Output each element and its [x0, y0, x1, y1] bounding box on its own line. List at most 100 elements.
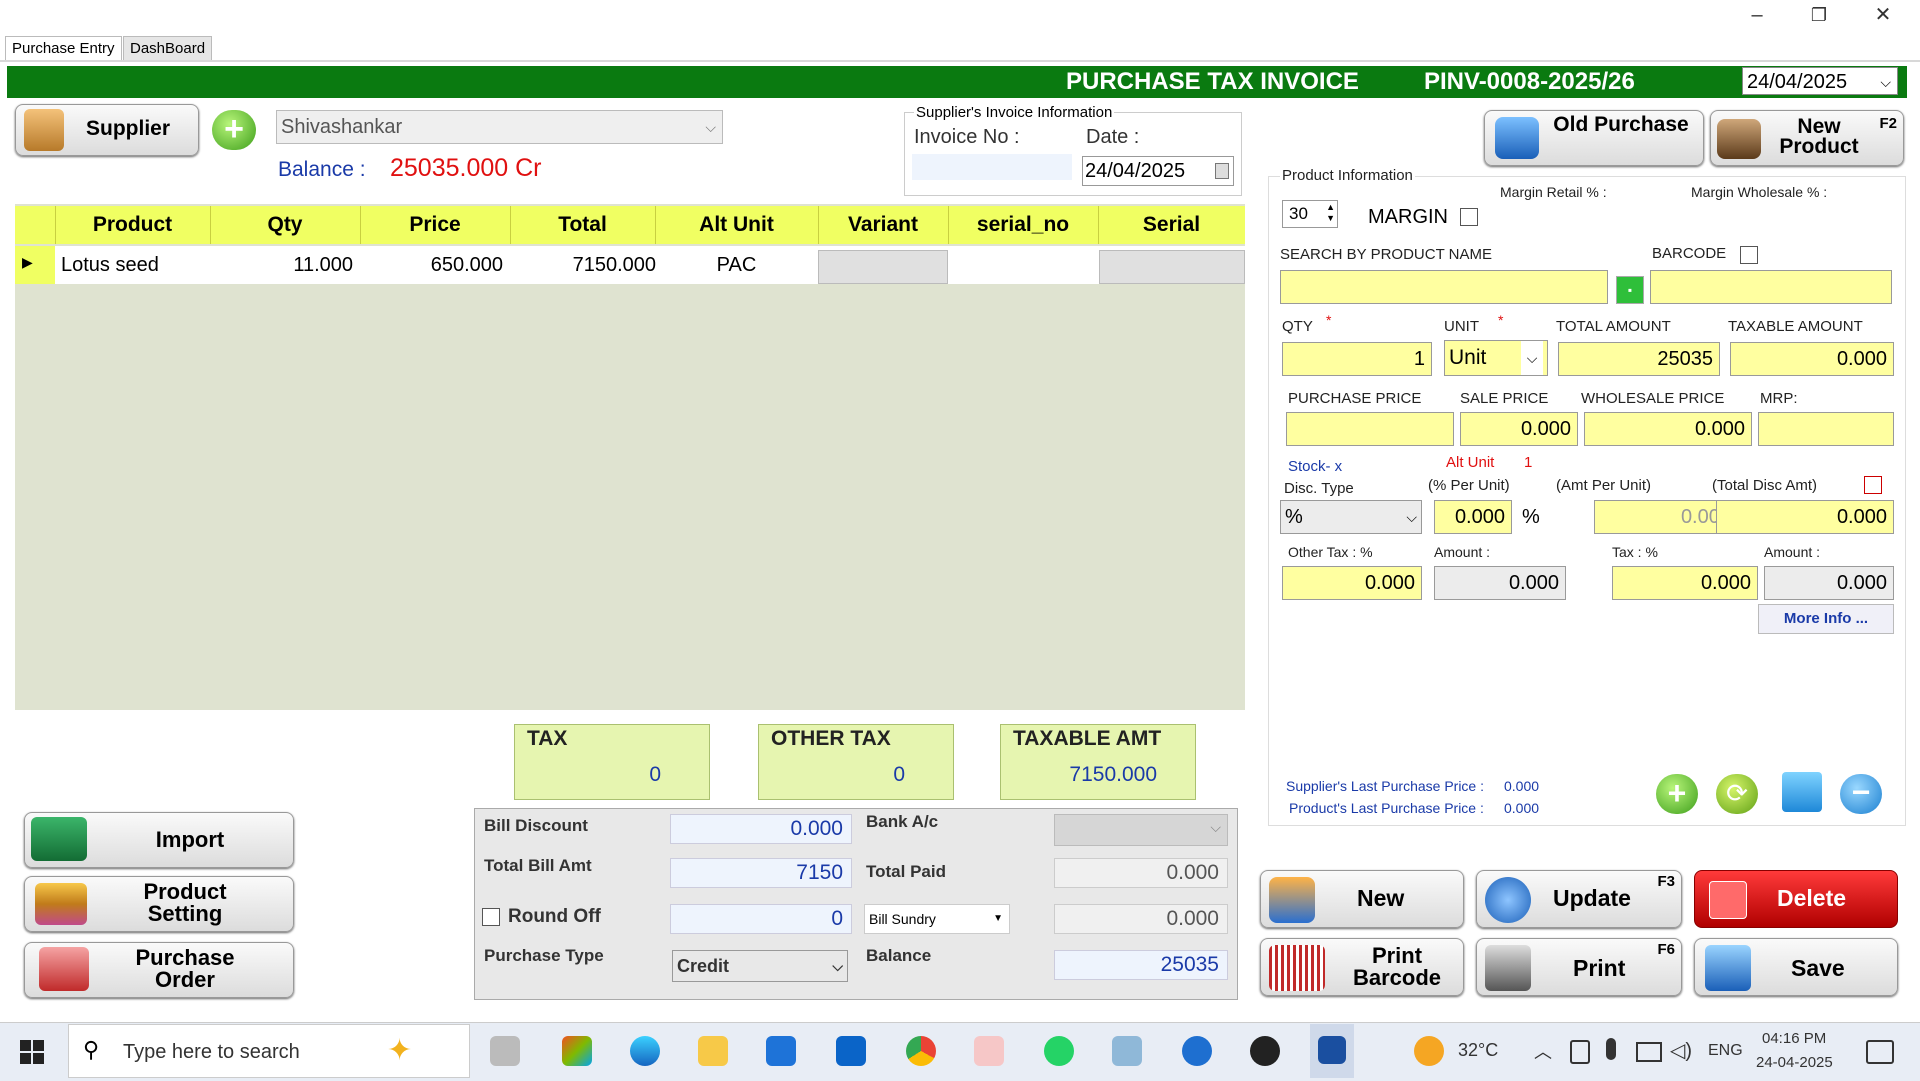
chrome-icon[interactable] [906, 1036, 936, 1066]
cell-price[interactable]: 650.000 [360, 246, 503, 284]
display-icon[interactable] [1636, 1042, 1662, 1062]
cell-variant[interactable] [818, 250, 948, 284]
total-bill-input[interactable]: 7150 [670, 858, 852, 888]
tab-purchase-entry[interactable]: Purchase Entry [5, 36, 122, 61]
barcode-input[interactable] [1650, 270, 1892, 304]
whatsapp-icon[interactable] [1044, 1036, 1074, 1066]
windows-start-icon[interactable] [20, 1040, 44, 1064]
outlook-icon[interactable] [836, 1036, 866, 1066]
minimize-button[interactable]: – [1734, 0, 1780, 30]
delete-button[interactable]: Delete [1694, 870, 1898, 928]
new-button[interactable]: New [1260, 870, 1464, 928]
save-label: Save [1791, 955, 1845, 981]
other-tax-total-value: 0 [893, 763, 905, 786]
round-off-checkbox[interactable] [482, 908, 500, 926]
invoice-no-input[interactable] [912, 154, 1072, 180]
print-button[interactable]: Print F6 [1476, 938, 1682, 996]
row-selector[interactable]: ▶ [15, 246, 55, 284]
supplier-date-picker[interactable]: 24/04/2025 [1082, 156, 1234, 186]
purchase-price-input[interactable] [1286, 412, 1454, 446]
pct-per-unit-input[interactable]: 0.000 [1434, 500, 1512, 534]
total-amount-input[interactable]: 25035 [1558, 342, 1720, 376]
refresh-icon[interactable]: ⟳ [1716, 774, 1758, 814]
margin-checkbox[interactable] [1460, 208, 1478, 226]
product-search-input[interactable] [1280, 270, 1608, 304]
cell-alt-unit[interactable]: PAC [655, 246, 818, 284]
unit-select[interactable]: Unit ⌵ [1444, 340, 1548, 376]
store-icon[interactable] [766, 1036, 796, 1066]
copilot-icon[interactable] [562, 1036, 592, 1066]
row-pointer-icon: ▶ [22, 254, 33, 270]
supplier-select[interactable]: Shivashankar ⌵ [276, 110, 723, 144]
snipping-tool-icon[interactable] [974, 1036, 1004, 1066]
cell-qty[interactable]: 11.000 [210, 246, 353, 284]
task-view-icon[interactable] [490, 1036, 520, 1066]
new-product-button[interactable]: New Product F2 [1710, 110, 1904, 166]
invoice-date-picker[interactable]: 24/04/2025 ⌵ [1742, 67, 1898, 95]
cell-total[interactable]: 7150.000 [510, 246, 656, 284]
clock-date[interactable]: 24-04-2025 [1756, 1054, 1833, 1071]
edge-icon[interactable] [630, 1036, 660, 1066]
file-explorer-icon[interactable] [698, 1036, 728, 1066]
search-go-icon[interactable]: ▪ [1616, 276, 1644, 304]
bill-sundry-input[interactable]: 0.000 [1054, 904, 1228, 934]
remove-item-icon[interactable]: − [1840, 774, 1882, 814]
total-disc-input[interactable]: 0.000 [1716, 500, 1894, 534]
tax-amount-input[interactable]: 0.000 [1764, 566, 1894, 600]
margin-spinner[interactable]: 30 ▲ ▼ [1282, 200, 1338, 228]
speaker-icon[interactable]: ◁) [1670, 1038, 1692, 1063]
bill-sundry-select[interactable]: Bill Sundry ▼ [864, 904, 1010, 934]
active-app-highlight[interactable] [1310, 1024, 1354, 1078]
supplier-button[interactable]: Supplier [15, 104, 199, 156]
save-button[interactable]: Save [1694, 938, 1898, 996]
total-paid-input[interactable]: 0.000 [1054, 858, 1228, 888]
stock-label: Stock- x [1288, 458, 1343, 475]
qty-input[interactable]: 1 [1282, 342, 1432, 376]
mrp-input[interactable] [1758, 412, 1894, 446]
balance-total-input[interactable]: 25035 [1054, 950, 1228, 980]
old-purchase-button[interactable]: Old Purchase [1484, 110, 1704, 166]
purchase-order-label: Purchase Order [135, 945, 235, 992]
restore-button[interactable]: ❐ [1796, 0, 1842, 30]
sale-price-input[interactable]: 0.000 [1460, 412, 1578, 446]
notifications-icon[interactable] [1866, 1040, 1894, 1064]
other-amount-input[interactable]: 0.000 [1434, 566, 1566, 600]
round-off-input[interactable]: 0 [670, 904, 852, 934]
app-icon[interactable] [1112, 1036, 1142, 1066]
import-button[interactable]: Import [24, 812, 294, 868]
taskbar-search-box[interactable]: ⚲ Type here to search ✦ [68, 1024, 470, 1078]
excel-icon [31, 817, 87, 861]
update-button[interactable]: Update F3 [1476, 870, 1682, 928]
disc-type-select[interactable]: % ⌵ [1280, 500, 1422, 534]
language-indicator[interactable]: ENG [1708, 1042, 1743, 1060]
product-setting-button[interactable]: Product Setting [24, 876, 294, 932]
barcode-checkbox[interactable] [1740, 246, 1758, 264]
cell-product[interactable]: Lotus seed [61, 246, 159, 284]
tray-chevron-icon[interactable]: ︿ [1534, 1038, 1552, 1064]
taxable-amount-input[interactable]: 0.000 [1730, 342, 1894, 376]
print-barcode-button[interactable]: Print Barcode [1260, 938, 1464, 996]
microphone-icon[interactable] [1606, 1038, 1616, 1060]
chevron-down-icon: ⌵ [832, 958, 843, 974]
clock-time[interactable]: 04:16 PM [1762, 1030, 1826, 1047]
edit-icon[interactable] [1782, 772, 1822, 812]
add-item-icon[interactable]: + [1656, 774, 1698, 814]
remote-app-icon[interactable] [1182, 1036, 1212, 1066]
purchase-order-button[interactable]: Purchase Order [24, 942, 294, 998]
tax-input[interactable]: 0.000 [1612, 566, 1758, 600]
more-info-button[interactable]: More Info ... [1758, 604, 1894, 634]
purchase-type-value: Credit [677, 956, 730, 976]
total-disc-checkbox[interactable] [1864, 476, 1882, 494]
network-icon[interactable] [1570, 1040, 1590, 1064]
other-tax-input[interactable]: 0.000 [1282, 566, 1422, 600]
cell-serial-no[interactable] [948, 250, 1096, 282]
app-dark-icon[interactable] [1250, 1036, 1280, 1066]
add-supplier-icon[interactable]: + [212, 110, 256, 150]
cell-serial[interactable] [1099, 250, 1245, 284]
wholesale-price-input[interactable]: 0.000 [1584, 412, 1752, 446]
bill-discount-input[interactable]: 0.000 [670, 814, 852, 844]
close-button[interactable]: ✕ [1860, 0, 1906, 30]
purchase-type-select[interactable]: Credit ⌵ [672, 950, 848, 982]
tab-dashboard[interactable]: DashBoard [123, 36, 213, 61]
bank-select[interactable]: ⌵ [1054, 814, 1228, 846]
